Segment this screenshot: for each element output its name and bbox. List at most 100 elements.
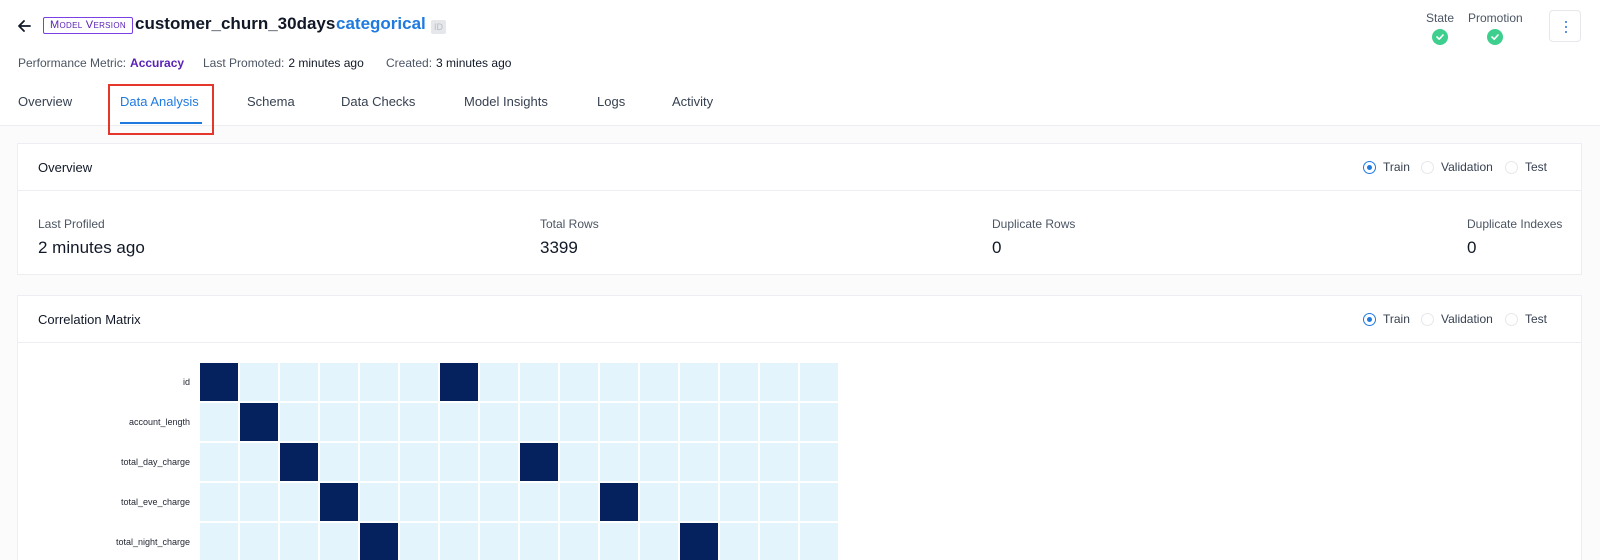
matrix-cell[interactable] — [320, 523, 358, 560]
matrix-cell[interactable] — [400, 523, 438, 560]
matrix-cell[interactable] — [680, 403, 718, 441]
matrix-cell[interactable] — [640, 483, 678, 521]
more-options-icon[interactable] — [1549, 10, 1581, 42]
matrix-cell[interactable] — [520, 403, 558, 441]
matrix-cell[interactable] — [600, 483, 638, 521]
matrix-cell[interactable] — [240, 443, 278, 481]
matrix-cell[interactable] — [280, 363, 318, 401]
overview-card-title: Overview — [38, 160, 93, 175]
radio-icon — [1505, 161, 1518, 174]
matrix-cell[interactable] — [600, 523, 638, 560]
tab-overview[interactable]: Overview — [18, 94, 72, 109]
matrix-cell[interactable] — [640, 363, 678, 401]
matrix-cell[interactable] — [560, 523, 598, 560]
matrix-cell[interactable] — [600, 403, 638, 441]
matrix-cell[interactable] — [480, 523, 518, 560]
matrix-cell[interactable] — [800, 363, 838, 401]
matrix-cell[interactable] — [760, 443, 798, 481]
matrix-cell[interactable] — [200, 363, 238, 401]
radio-icon — [1505, 313, 1518, 326]
matrix-cell[interactable] — [480, 403, 518, 441]
tab-logs[interactable]: Logs — [597, 94, 625, 109]
matrix-cell[interactable] — [440, 363, 478, 401]
promotion-label: Promotion — [1468, 11, 1523, 25]
stat-duplicate-rows-value: 0 — [992, 238, 1002, 257]
performance-metric-value: Accuracy — [130, 56, 185, 70]
matrix-cell[interactable] — [240, 403, 278, 441]
matrix-cell[interactable] — [200, 523, 238, 560]
matrix-cell[interactable] — [520, 483, 558, 521]
last-promoted: Last Promoted: 2 minutes ago — [203, 56, 364, 70]
matrix-cell[interactable] — [320, 443, 358, 481]
matrix-cell[interactable] — [360, 443, 398, 481]
matrix-cell[interactable] — [720, 443, 758, 481]
matrix-cell[interactable] — [280, 403, 318, 441]
matrix-cell[interactable] — [680, 523, 718, 560]
matrix-cell[interactable] — [680, 363, 718, 401]
tab-activity[interactable]: Activity — [672, 94, 713, 109]
tab-model-insights[interactable]: Model Insights — [464, 94, 548, 109]
matrix-cell[interactable] — [360, 403, 398, 441]
matrix-cell[interactable] — [400, 403, 438, 441]
matrix-cell[interactable] — [320, 483, 358, 521]
matrix-cell[interactable] — [440, 483, 478, 521]
matrix-cell[interactable] — [640, 523, 678, 560]
matrix-cell[interactable] — [640, 443, 678, 481]
matrix-cell[interactable] — [200, 443, 238, 481]
matrix-cell[interactable] — [440, 443, 478, 481]
model-version-badge: Model Version — [43, 17, 133, 34]
matrix-cell[interactable] — [240, 523, 278, 560]
matrix-cell[interactable] — [560, 363, 598, 401]
matrix-cell[interactable] — [360, 483, 398, 521]
matrix-cell[interactable] — [400, 483, 438, 521]
matrix-cell[interactable] — [720, 483, 758, 521]
tab-data-checks[interactable]: Data Checks — [341, 94, 415, 109]
matrix-cell[interactable] — [560, 443, 598, 481]
matrix-cell[interactable] — [400, 443, 438, 481]
matrix-cell[interactable] — [360, 523, 398, 560]
matrix-cell[interactable] — [520, 443, 558, 481]
matrix-cell[interactable] — [280, 443, 318, 481]
matrix-cell[interactable] — [200, 483, 238, 521]
matrix-cell[interactable] — [520, 523, 558, 560]
matrix-cell[interactable] — [640, 403, 678, 441]
matrix-row-label: total_eve_charge — [120, 497, 190, 507]
matrix-cell[interactable] — [240, 363, 278, 401]
matrix-cell[interactable] — [440, 403, 478, 441]
matrix-cell[interactable] — [800, 523, 838, 560]
matrix-cell[interactable] — [320, 403, 358, 441]
matrix-cell[interactable] — [680, 443, 718, 481]
matrix-cell[interactable] — [760, 483, 798, 521]
matrix-cell[interactable] — [800, 443, 838, 481]
matrix-cell[interactable] — [760, 403, 798, 441]
matrix-cell[interactable] — [560, 483, 598, 521]
matrix-cell[interactable] — [720, 403, 758, 441]
matrix-cell[interactable] — [720, 523, 758, 560]
matrix-cell[interactable] — [280, 483, 318, 521]
matrix-cell[interactable] — [320, 363, 358, 401]
matrix-cell[interactable] — [280, 523, 318, 560]
matrix-cell[interactable] — [400, 363, 438, 401]
matrix-cell[interactable] — [440, 523, 478, 560]
matrix-cell[interactable] — [800, 403, 838, 441]
radio-selected-icon — [1363, 161, 1376, 174]
matrix-cell[interactable] — [600, 443, 638, 481]
matrix-cell[interactable] — [720, 363, 758, 401]
matrix-cell[interactable] — [520, 363, 558, 401]
matrix-cell[interactable] — [360, 363, 398, 401]
matrix-cell[interactable] — [760, 523, 798, 560]
id-chip[interactable]: ID — [431, 20, 446, 34]
radio-icon — [1421, 313, 1434, 326]
matrix-cell[interactable] — [200, 403, 238, 441]
matrix-cell[interactable] — [560, 403, 598, 441]
matrix-cell[interactable] — [680, 483, 718, 521]
matrix-cell[interactable] — [480, 363, 518, 401]
back-arrow-icon[interactable] — [14, 16, 34, 36]
matrix-cell[interactable] — [480, 443, 518, 481]
matrix-cell[interactable] — [800, 483, 838, 521]
tab-schema[interactable]: Schema — [247, 94, 295, 109]
matrix-cell[interactable] — [240, 483, 278, 521]
matrix-cell[interactable] — [600, 363, 638, 401]
matrix-cell[interactable] — [480, 483, 518, 521]
matrix-cell[interactable] — [760, 363, 798, 401]
